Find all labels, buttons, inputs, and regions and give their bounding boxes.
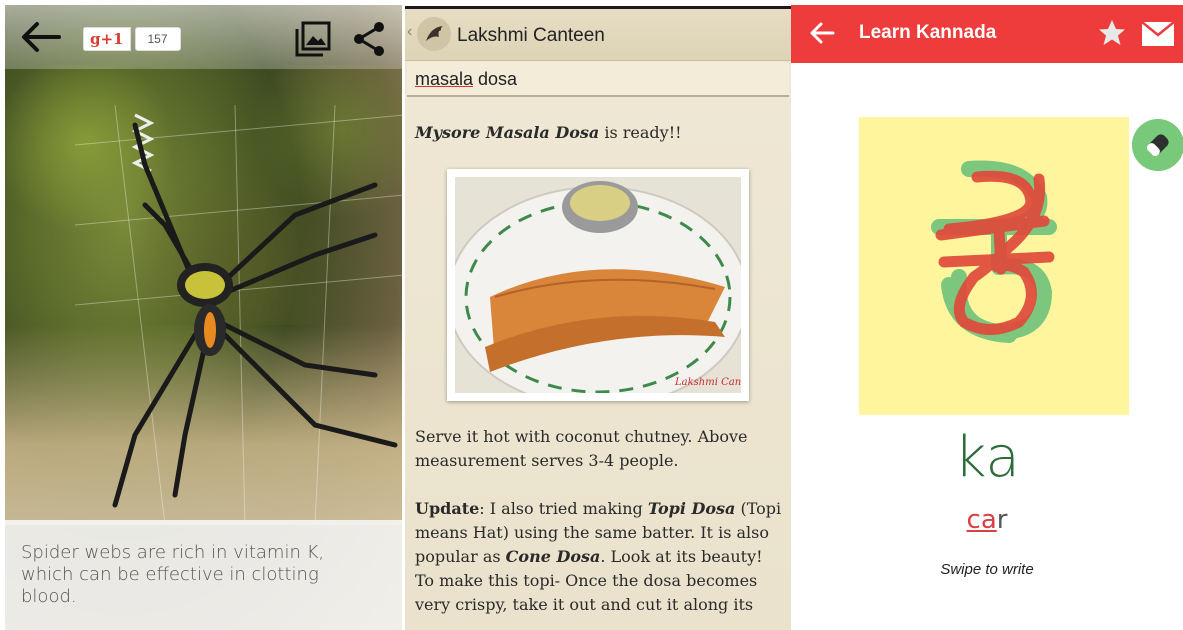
dosa-photo[interactable]: Lakshmi Canteen (447, 169, 749, 401)
learn-kannada-screen: Learn Kannada ka car Swipe to write (791, 5, 1183, 630)
cone-dosa-name: Cone Dosa (505, 547, 601, 566)
example-word-highlight: ca (966, 505, 997, 535)
app-title: Lakshmi Canteen (457, 25, 605, 46)
back-arrow-icon[interactable] (809, 19, 835, 47)
gallery-icon[interactable] (293, 19, 333, 59)
serve-paragraph: Serve it hot with coconut chutney. Above… (415, 427, 748, 470)
eraser-icon[interactable] (1132, 119, 1183, 171)
update-text-1: : I also tried making (479, 499, 648, 518)
update-text-3: . Look at its beauty! (600, 547, 763, 566)
back-arrow-icon[interactable] (19, 19, 63, 55)
dosa-illustration: Lakshmi Canteen (455, 177, 741, 393)
gplus-button[interactable]: g+1 157 (83, 27, 181, 51)
ready-line: Mysore Masala Dosa is ready!! (415, 121, 783, 145)
star-icon[interactable] (1097, 18, 1127, 48)
update-paragraph: Update: I also tried making Topi Dosa (T… (415, 497, 783, 569)
letter-drawing (931, 160, 1057, 343)
search-text-misspelled: masala (415, 69, 474, 89)
chevron-left-icon[interactable]: ‹ (407, 23, 412, 41)
update-label: Update (415, 499, 480, 518)
photo-watermark: Lakshmi Canteen (674, 377, 741, 388)
spider-photo (75, 105, 402, 525)
gplus-label: g+1 (83, 27, 131, 51)
swipe-hint: Swipe to write (940, 561, 1034, 578)
dosa-photo-image: Lakshmi Canteen (455, 177, 741, 393)
app-title: Learn Kannada (859, 22, 997, 43)
share-icon[interactable] (351, 19, 387, 59)
search-input[interactable]: masala dosa (407, 63, 789, 97)
top-bar (5, 5, 402, 69)
fact-text: Spider webs are rich in vitamin K, which… (21, 542, 325, 607)
dish-name: Mysore Masala Dosa (415, 123, 600, 142)
app-bar: ‹ Lakshmi Canteen (405, 9, 791, 61)
recipe-screen: ‹ Lakshmi Canteen masala dosa Mysore Mas… (405, 6, 791, 630)
mail-icon[interactable] (1141, 21, 1175, 47)
search-text: dosa (473, 69, 518, 89)
drawing-canvas[interactable] (859, 117, 1129, 415)
example-word-rest: r (996, 505, 1008, 535)
topi-dosa-name: Topi Dosa (647, 499, 736, 518)
transliteration: ka (954, 425, 1020, 490)
ready-suffix: is ready!! (599, 123, 682, 142)
example-word: car (791, 505, 1183, 535)
spider-fact-screen: g+1 157 Spider webs are rich in vitamin … (5, 5, 402, 630)
app-logo-icon[interactable] (417, 17, 451, 51)
fact-caption: Spider webs are rich in vitamin K, which… (5, 520, 402, 630)
gplus-count: 157 (134, 27, 181, 51)
topi-paragraph: To make this topi- Once the dosa becomes… (415, 571, 758, 614)
